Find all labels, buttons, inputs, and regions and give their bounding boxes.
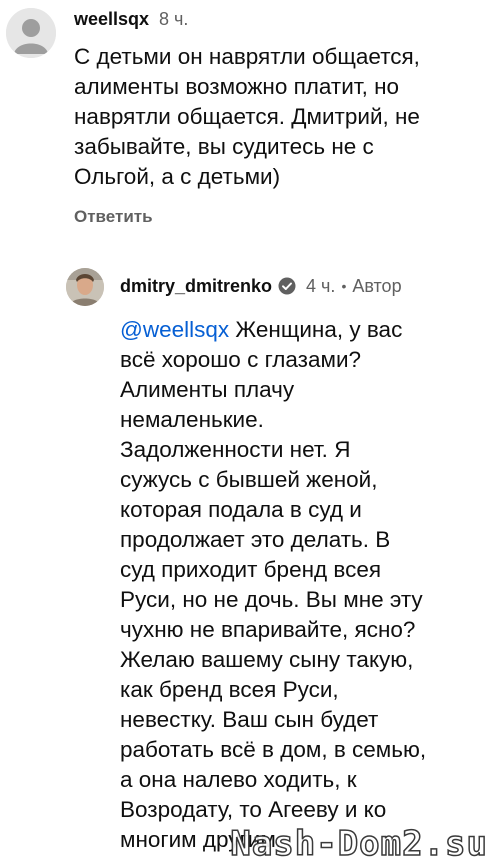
reply-button[interactable]: Ответить <box>74 207 153 227</box>
mention-link[interactable]: @weellsqx <box>120 317 229 342</box>
avatar[interactable] <box>66 268 104 306</box>
comment-line: Алименты плачу <box>120 377 295 402</box>
comment-line: С детьми он наврятли общается, <box>74 44 420 69</box>
verified-checkmark-icon <box>278 277 296 295</box>
comment-line: сужусь с бывшей женой, <box>120 467 378 492</box>
comment-line: работать всё в дом, в семью, <box>120 737 427 762</box>
watermark: Nash-Dom2.su <box>230 823 488 865</box>
comment-line: Ольгой, а с детьми) <box>74 164 281 189</box>
comment-text: @weellsqx Женщина, у вас всё хорошо с гл… <box>120 315 490 855</box>
separator-dot: • <box>341 278 347 294</box>
comment-line: Руси, но не дочь. Вы мне эту <box>120 587 423 612</box>
comment-line: Задолженности нет. Я <box>120 437 351 462</box>
comment-header: weellsqx 8 ч. <box>74 6 188 32</box>
comment-time[interactable]: 4 ч. <box>306 276 335 297</box>
comment-author[interactable]: dmitry_dmitrenko <box>120 276 272 297</box>
person-icon <box>6 8 56 58</box>
comment-line: наврятли общается. Дмитрий, не <box>74 104 420 129</box>
comment-line: @weellsqx Женщина, у вас <box>120 315 490 345</box>
comment-line: Желаю вашему сыну такую, <box>120 647 414 672</box>
comment-line: которая подала в суд и <box>120 497 362 522</box>
comment-line: а она налево ходить, к <box>120 767 357 792</box>
comment-line: всё хорошо с глазами? <box>120 347 362 372</box>
comment-line: чухню не впаривайте, ясно? <box>120 617 416 642</box>
comment-line: забывайте, вы судитесь не с <box>74 134 374 159</box>
profile-photo <box>66 268 104 306</box>
avatar[interactable] <box>6 8 56 58</box>
comment-line: Возродату, то Агееву и ко <box>120 797 387 822</box>
comment-header: dmitry_dmitrenko 4 ч. • Автор <box>120 272 402 300</box>
comment-line: суд приходит бренд всея <box>120 557 382 582</box>
comment-line: немаленькие. <box>120 407 264 432</box>
comment-time[interactable]: 8 ч. <box>159 9 188 30</box>
comment-line: как бренд всея Руси, <box>120 677 339 702</box>
comment-line-text: Женщина, у вас <box>229 317 403 342</box>
comment-text: С детьми он наврятли общается, алименты … <box>74 42 494 192</box>
author-badge: Автор <box>352 275 402 296</box>
comment-line: алименты возможно платит, но <box>74 74 400 99</box>
comment-line: невестку. Ваш сын будет <box>120 707 379 732</box>
comment-line: продолжает это делать. В <box>120 527 391 552</box>
comment-author[interactable]: weellsqx <box>74 9 149 30</box>
